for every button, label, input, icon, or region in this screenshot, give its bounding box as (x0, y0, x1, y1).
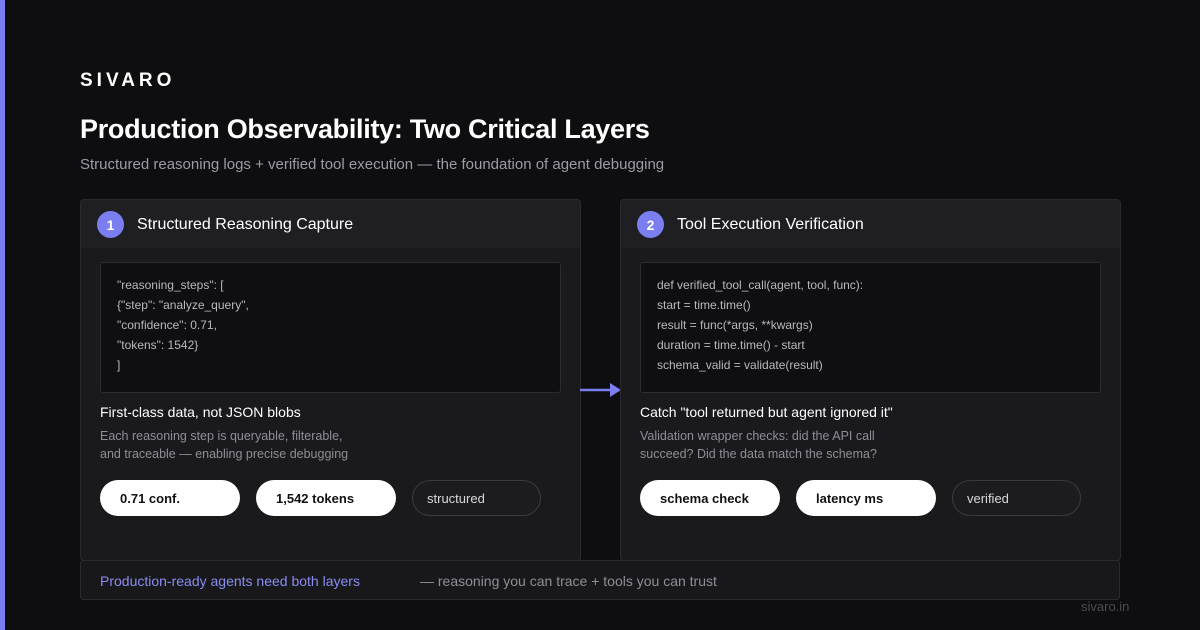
reasoning-capture-card: 1 Structured Reasoning Capture "reasonin… (80, 199, 581, 561)
site-domain: sivaro.in (1081, 599, 1130, 614)
latency-pill: latency ms (796, 480, 936, 516)
code-line: result = func(*args, **kwargs) (657, 318, 813, 332)
code-line: schema_valid = validate(result) (657, 358, 823, 372)
code-line: start = time.time() (657, 298, 751, 312)
code-snippet: def verified_tool_call(agent, tool, func… (640, 262, 1101, 393)
code-snippet: "reasoning_steps": [ {"step": "analyze_q… (100, 262, 561, 393)
schema-check-pill: schema check (640, 480, 780, 516)
page-title: Production Observability: Two Critical L… (80, 114, 650, 144)
confidence-pill: 0.71 conf. (100, 480, 240, 516)
description-line: Validation wrapper checks: did the API c… (640, 429, 875, 443)
card-header: 1 Structured Reasoning Capture (81, 200, 580, 248)
verified-pill: verified (952, 480, 1081, 516)
card-heading: First-class data, not JSON blobs (100, 404, 301, 420)
footer-highlight: Production-ready agents need both layers (100, 573, 360, 589)
step-number-badge: 2 (637, 211, 664, 238)
code-line: "reasoning_steps": [ (117, 278, 224, 292)
card-header: 2 Tool Execution Verification (621, 200, 1120, 248)
step-number-badge: 1 (97, 211, 124, 238)
card-title: Structured Reasoning Capture (137, 216, 354, 233)
card-description: Validation wrapper checks: did the API c… (640, 427, 877, 463)
description-line: and traceable — enabling precise debuggi… (100, 447, 349, 461)
card-heading: Catch "tool returned but agent ignored i… (640, 404, 893, 420)
arrow-right-icon (580, 383, 621, 397)
code-line: "confidence": 0.71, (117, 318, 217, 332)
tokens-pill: 1,542 tokens (256, 480, 396, 516)
card-title: Tool Execution Verification (677, 216, 864, 233)
code-line: def verified_tool_call(agent, tool, func… (657, 278, 864, 292)
description-line: succeed? Did the data match the schema? (640, 447, 877, 461)
description-line: Each reasoning step is queryable, filter… (100, 429, 343, 443)
tool-verification-card: 2 Tool Execution Verification def verifi… (620, 199, 1121, 561)
card-description: Each reasoning step is queryable, filter… (100, 427, 348, 463)
accent-bar (0, 0, 5, 630)
brand-logo: SIVARO (80, 70, 176, 91)
code-line: "tokens": 1542} (117, 338, 199, 352)
footer-tagline: — reasoning you can trace + tools you ca… (420, 573, 717, 589)
footer-banner: Production-ready agents need both layers… (80, 560, 1120, 600)
code-line: ] (117, 358, 121, 372)
page-subtitle: Structured reasoning logs + verified too… (80, 156, 665, 173)
code-line: duration = time.time() - start (657, 338, 805, 352)
structured-pill: structured (412, 480, 541, 516)
code-line: {"step": "analyze_query", (117, 298, 249, 312)
